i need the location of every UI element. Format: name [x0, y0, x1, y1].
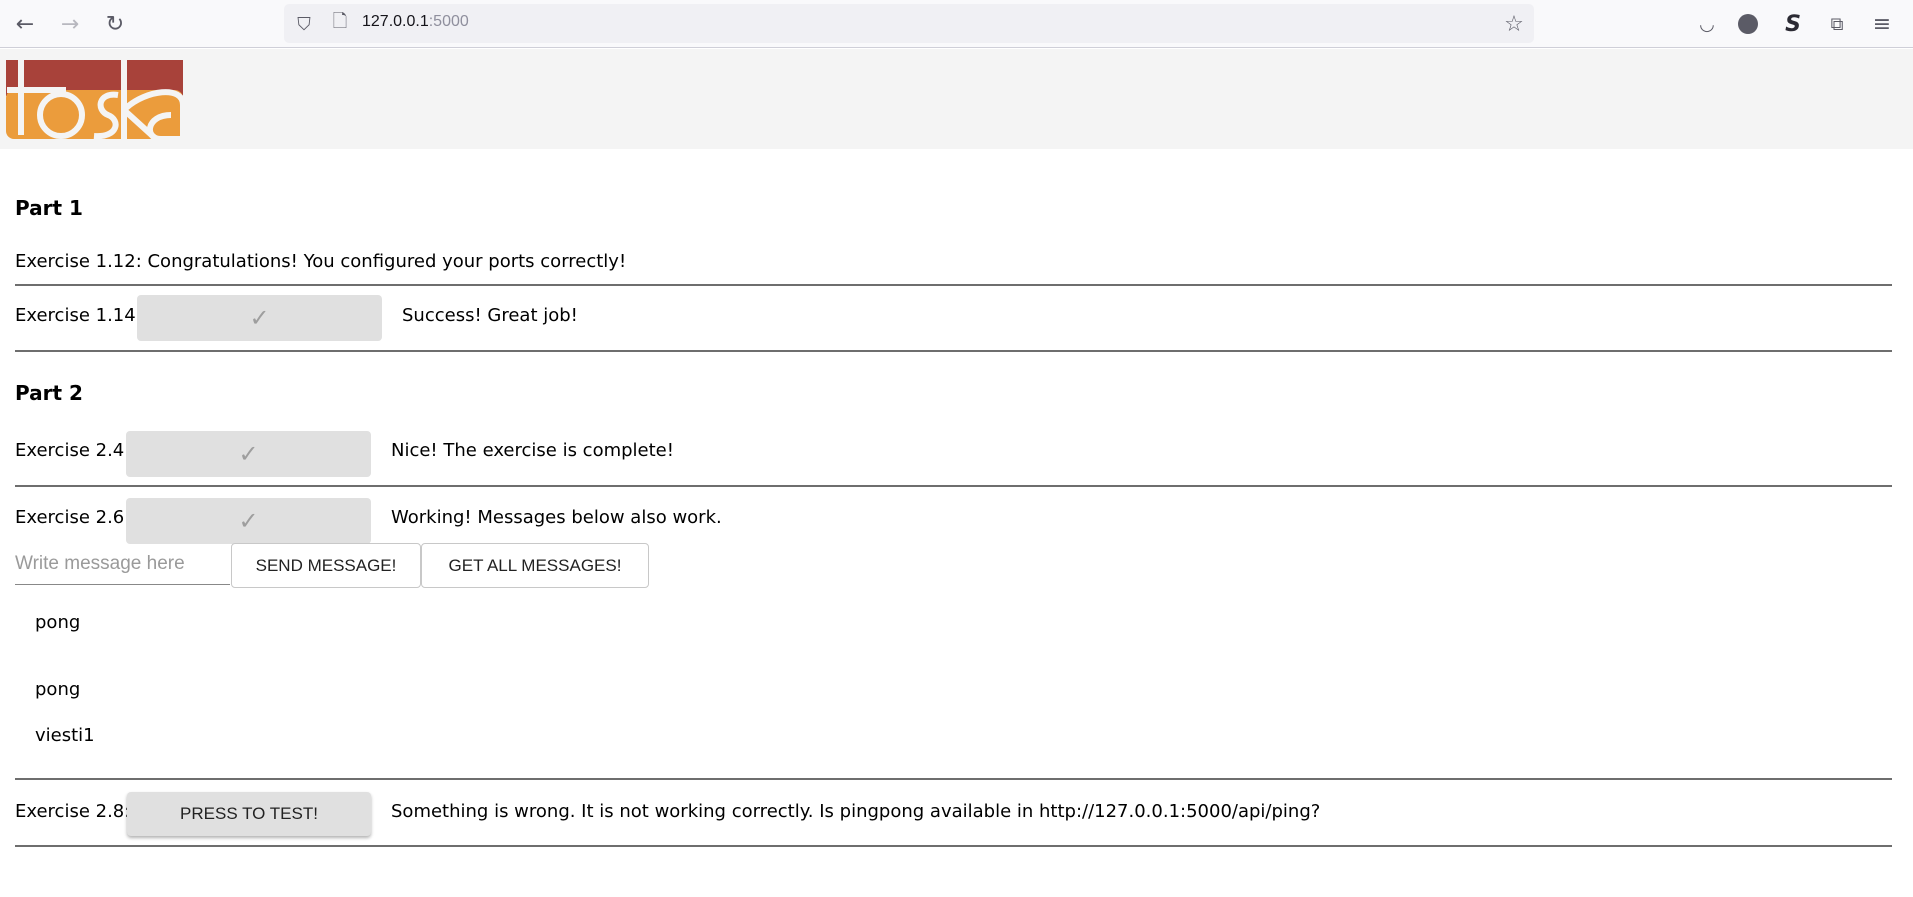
exercise-2-8-status: Something is wrong. It is not working co… — [391, 801, 1321, 822]
divider — [15, 845, 1892, 847]
divider — [15, 485, 1892, 487]
message-item: pong — [35, 679, 81, 700]
browser-toolbar: ← → ↻ ⛉ 🗋 127.0.0.1:5000 ☆ ◡ S ⧉ ≡ — [0, 0, 1913, 48]
part2-heading: Part 2 — [15, 381, 83, 405]
exercise-1-14-check-button[interactable]: ✓ — [137, 295, 382, 341]
extensions-puzzle-icon[interactable]: ⧉ — [1825, 12, 1849, 36]
exercise-2-4-status: Nice! The exercise is complete! — [391, 440, 674, 461]
checkmark-icon: ✓ — [238, 440, 259, 468]
exercise-1-12-text: Exercise 1.12: Congratulations! You conf… — [15, 251, 627, 272]
url-text[interactable]: 127.0.0.1:5000 — [362, 13, 469, 31]
exercise-2-4-check-button[interactable]: ✓ — [126, 431, 371, 477]
itoska-logo — [6, 60, 183, 139]
page-icon: 🗋 — [332, 11, 348, 32]
back-icon[interactable]: ← — [13, 12, 37, 37]
message-input[interactable] — [15, 544, 230, 585]
message-item: pong — [35, 612, 81, 633]
checkmark-icon: ✓ — [238, 507, 259, 535]
part1-heading: Part 1 — [15, 196, 83, 220]
divider — [15, 284, 1892, 286]
site-header — [0, 49, 1913, 149]
extension-i-icon[interactable] — [1738, 14, 1758, 34]
divider — [15, 350, 1892, 352]
exercise-2-6-check-button[interactable]: ✓ — [126, 498, 371, 544]
exercise-2-6-status: Working! Messages below also work. — [391, 507, 722, 528]
exercise-2-8-label: Exercise 2.8: — [15, 801, 131, 822]
checkmark-icon: ✓ — [249, 304, 270, 332]
reload-icon[interactable]: ↻ — [103, 12, 127, 37]
exercise-2-6-label: Exercise 2.6: — [15, 507, 131, 528]
press-to-test-button[interactable]: PRESS TO TEST! — [127, 792, 371, 836]
shield-icon[interactable]: ⛉ — [292, 12, 316, 36]
bookmark-star-icon[interactable]: ☆ — [1502, 12, 1526, 37]
send-message-button[interactable]: SEND MESSAGE! — [231, 543, 421, 588]
exercise-1-14-status: Success! Great job! — [402, 305, 578, 326]
divider — [15, 778, 1892, 780]
extension-s-icon[interactable]: S — [1781, 12, 1805, 37]
exercise-1-14-label: Exercise 1.14: — [15, 305, 142, 326]
message-item: viesti1 — [35, 725, 95, 746]
menu-icon[interactable]: ≡ — [1870, 12, 1894, 37]
get-all-messages-button[interactable]: GET ALL MESSAGES! — [421, 543, 649, 588]
exercise-2-4-label: Exercise 2.4: — [15, 440, 131, 461]
forward-icon[interactable]: → — [58, 12, 82, 37]
url-bar[interactable] — [284, 4, 1534, 43]
pocket-icon[interactable]: ◡ — [1695, 12, 1719, 36]
